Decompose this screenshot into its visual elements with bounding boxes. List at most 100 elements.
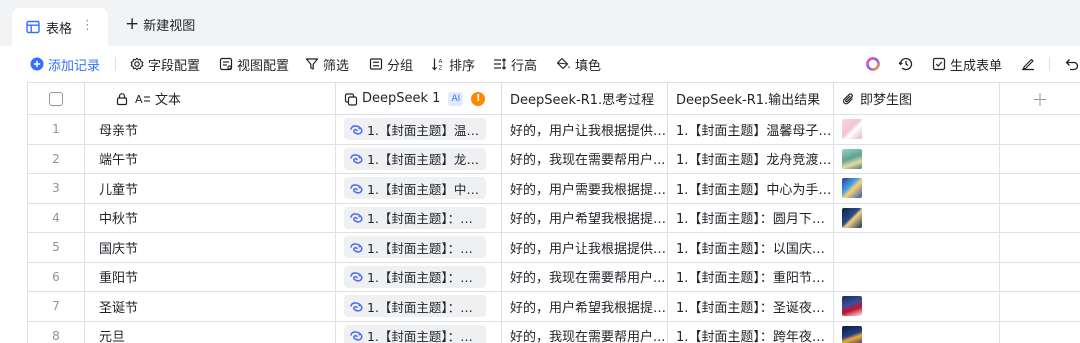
row-number-cell[interactable]: 4: [28, 203, 85, 233]
select-all-checkbox[interactable]: [49, 91, 63, 106]
ai-ring-icon[interactable]: [864, 55, 882, 73]
deepseek-chip[interactable]: 1.【封面主题】：跨年夜...: [344, 324, 486, 343]
column-header-deepseek[interactable]: DeepSeek 1 AI !: [336, 83, 502, 115]
deepseek-cell[interactable]: 1.【封面主题】：重阳节...: [336, 262, 502, 292]
text-cell[interactable]: 国庆节: [85, 233, 336, 263]
output-cell[interactable]: 1.【封面主题】温馨母子温馨母子: [668, 115, 834, 145]
thinking-cell[interactable]: 好的，用户需要我根据提供...: [502, 174, 668, 204]
thinking-cell[interactable]: 好的，用户让我根据提供的...: [502, 233, 668, 263]
row-number-cell[interactable]: 5: [28, 233, 85, 263]
table-row[interactable]: 2 端午节 1.【封面主题】龙舟竞渡... 好的，我现在需要帮用户... 1.【…: [28, 144, 1080, 174]
table-row[interactable]: 3 儿童节 1.【封面主题】中心为手... 好的，用户需要我根据提供... 1.…: [28, 174, 1080, 204]
table-row[interactable]: 1 母亲节 1.【封面主题】温馨母子... 好的，用户让我根据提供的... 1.…: [28, 115, 1080, 145]
output-cell[interactable]: 1.【封面主题】龙舟竞渡龙舟竞渡: [668, 144, 834, 174]
thinking-cell[interactable]: 好的，用户希望我根据提供...: [502, 203, 668, 233]
image-thumbnail[interactable]: [842, 148, 862, 169]
deepseek-cell[interactable]: 1.【封面主题】：跨年夜...: [336, 321, 502, 343]
image-cell[interactable]: [834, 262, 1000, 292]
output-cell[interactable]: 1.【封面主题】：跨年夜跨年夜: [668, 321, 834, 343]
fill-color-button[interactable]: 填色: [556, 55, 601, 74]
table-row[interactable]: 5 国庆节 1.【封面主题】：以国庆... 好的，用户让我根据提供的... 1.…: [28, 233, 1080, 263]
image-thumbnail[interactable]: [842, 325, 862, 343]
output-cell-value: 1.【封面主题】：重阳节重阳节: [676, 271, 833, 287]
deepseek-chip[interactable]: 1.【封面主题】中心为手...: [344, 177, 486, 200]
group-button[interactable]: 分组: [369, 55, 413, 74]
text-cell[interactable]: 中秋节: [85, 203, 336, 233]
text-cell[interactable]: 母亲节: [85, 115, 336, 145]
sort-button[interactable]: AZ 排序: [431, 55, 475, 74]
tab-more-icon[interactable]: ⋮: [81, 18, 94, 34]
image-cell[interactable]: [834, 233, 1000, 263]
deepseek-cell[interactable]: 1.【封面主题】中心为手...: [336, 174, 502, 204]
image-cell[interactable]: [834, 144, 1000, 174]
output-cell[interactable]: 1.【封面主题】：圆月下圆月下: [668, 203, 834, 233]
output-cell[interactable]: 1.【封面主题】：以国庆以国庆: [668, 233, 834, 263]
deepseek-chip[interactable]: 1.【封面主题】：以国庆...: [344, 236, 486, 259]
row-number-cell[interactable]: 7: [28, 292, 85, 322]
deepseek-chip[interactable]: 1.【封面主题】：圆月下...: [344, 206, 486, 229]
field-config-button[interactable]: 字段配置: [130, 55, 200, 74]
undo-icon[interactable]: [1062, 55, 1080, 73]
image-thumbnail[interactable]: [842, 207, 862, 228]
image-cell[interactable]: [834, 321, 1000, 343]
add-record-button[interactable]: 添加记录: [30, 55, 100, 74]
generate-form-button[interactable]: 生成表单: [932, 55, 1002, 74]
row-number-cell[interactable]: 6: [28, 262, 85, 292]
svg-text:Z: Z: [439, 66, 443, 72]
history-icon[interactable]: [897, 55, 915, 73]
output-cell[interactable]: 1.【封面主题】：圣诞夜圣诞夜: [668, 292, 834, 322]
tab-table[interactable]: 表格 ⋮: [12, 8, 108, 46]
image-thumbnail[interactable]: [842, 178, 862, 199]
thinking-cell[interactable]: 好的，我现在需要帮用户...: [502, 321, 668, 343]
new-view-button[interactable]: + 新建视图: [125, 15, 195, 35]
image-cell[interactable]: [834, 174, 1000, 204]
column-header-text[interactable]: A 文本: [85, 83, 336, 115]
text-cell-value: 母亲节: [99, 123, 139, 139]
row-number-cell[interactable]: 8: [28, 321, 85, 343]
image-cell[interactable]: [834, 292, 1000, 322]
column-header-image[interactable]: 即梦生图: [834, 83, 1000, 115]
text-cell[interactable]: 圣诞节: [85, 292, 336, 322]
thinking-cell[interactable]: 好的，我现在需要帮用户...: [502, 262, 668, 292]
deepseek-chip[interactable]: 1.【封面主题】龙舟竞渡...: [344, 147, 486, 170]
output-cell[interactable]: 1.【封面主题】：重阳节重阳节: [668, 262, 834, 292]
deepseek-cell[interactable]: 1.【封面主题】：圣诞夜...: [336, 292, 502, 322]
deepseek-cell[interactable]: 1.【封面主题】：以国庆...: [336, 233, 502, 263]
table-row[interactable]: 7 圣诞节 1.【封面主题】：圣诞夜... 好的，用户希望我根据提供... 1.…: [28, 292, 1080, 322]
deepseek-cell[interactable]: 1.【封面主题】龙舟竞渡...: [336, 144, 502, 174]
deepseek-chip[interactable]: 1.【封面主题】温馨母子...: [344, 118, 486, 141]
image-thumbnail[interactable]: [842, 119, 862, 140]
thinking-cell[interactable]: 好的，用户希望我根据提供...: [502, 292, 668, 322]
row-number: 1: [52, 122, 60, 137]
table-row[interactable]: 8 元旦 1.【封面主题】：跨年夜... 好的，我现在需要帮用户... 1.【封…: [28, 321, 1080, 343]
view-config-button[interactable]: 视图配置: [219, 55, 289, 74]
column-header-thinking[interactable]: DeepSeek-R1.思考过程: [502, 83, 668, 115]
row-number-cell[interactable]: 3: [28, 174, 85, 204]
row-number-cell[interactable]: 1: [28, 115, 85, 145]
output-cell[interactable]: 1.【封面主题】中心为手中心为手: [668, 174, 834, 204]
deepseek-chip[interactable]: 1.【封面主题】：重阳节...: [344, 265, 486, 288]
deepseek-chip[interactable]: 1.【封面主题】：圣诞夜...: [344, 295, 486, 318]
text-cell[interactable]: 端午节: [85, 144, 336, 174]
text-cell[interactable]: 元旦: [85, 321, 336, 343]
deepseek-cell[interactable]: 1.【封面主题】温馨母子...: [336, 115, 502, 145]
warning-icon[interactable]: !: [471, 91, 486, 106]
image-cell[interactable]: [834, 203, 1000, 233]
table-row[interactable]: 4 中秋节 1.【封面主题】：圆月下... 好的，用户希望我根据提供... 1.…: [28, 203, 1080, 233]
filter-button[interactable]: 筛选: [305, 55, 349, 74]
deepseek-cell[interactable]: 1.【封面主题】：圆月下...: [336, 203, 502, 233]
text-cell[interactable]: 儿童节: [85, 174, 336, 204]
image-thumbnail[interactable]: [842, 296, 862, 317]
table-row[interactable]: 6 重阳节 1.【封面主题】：重阳节... 好的，我现在需要帮用户... 1.【…: [28, 262, 1080, 292]
thinking-cell[interactable]: 好的，我现在需要帮用户...: [502, 144, 668, 174]
column-header-output[interactable]: DeepSeek-R1.输出结果: [668, 83, 834, 115]
add-column-button[interactable]: +: [1000, 83, 1080, 115]
image-cell[interactable]: [834, 115, 1000, 145]
text-cell[interactable]: 重阳节: [85, 262, 336, 292]
share-icon[interactable]: [1019, 55, 1037, 73]
text-cell-value: 端午节: [99, 153, 139, 169]
row-height-button[interactable]: 行高: [493, 55, 537, 74]
row-number-cell[interactable]: 2: [28, 144, 85, 174]
thinking-cell[interactable]: 好的，用户让我根据提供的...: [502, 115, 668, 145]
main-panel: 添加记录 字段配置 视图配置 筛选 分组 AZ 排序 行高 填色 生成表单 A …: [0, 46, 1080, 343]
